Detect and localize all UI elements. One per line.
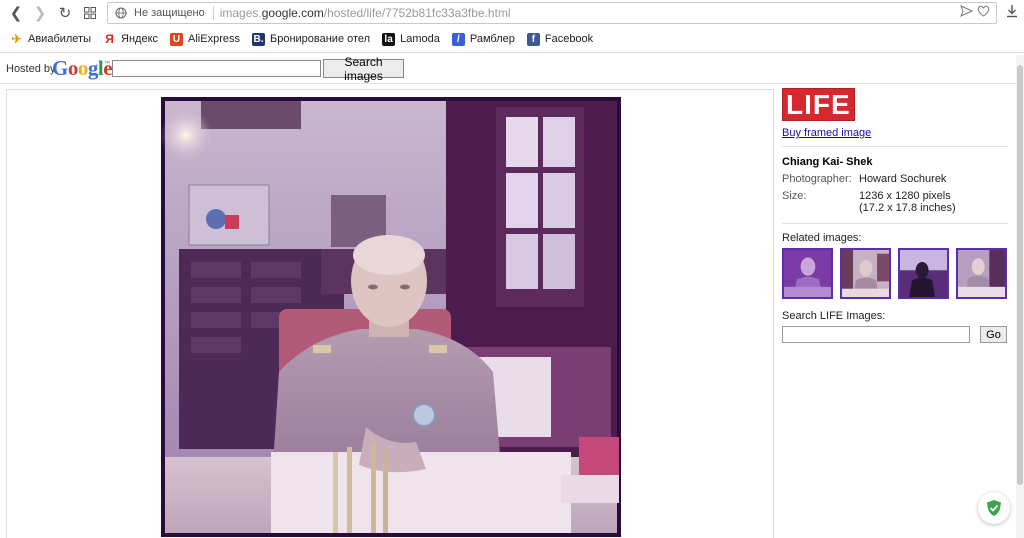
size-value: 1236 x 1280 pixels (17.2 x 17.8 inches) [859,190,956,214]
scrollbar-thumb[interactable] [1017,65,1023,485]
photographer-row: Photographer: Howard Sochurek [782,173,1008,185]
info-divider-2 [782,223,1008,224]
bookmark-label: Lamoda [400,33,440,45]
url-path: /hosted/life/7752b81fc33a3fbe.html [323,6,511,20]
photo-title: Chiang Kai- Shek [782,156,873,168]
reload-icon[interactable]: ↻ [55,3,75,23]
heart-icon[interactable] [977,5,990,20]
booking-icon: B. [251,32,265,46]
google-hosted-bar: Hosted by Google ™ Search images [0,55,1024,83]
main-photo[interactable] [161,97,621,537]
globe-icon [114,6,128,20]
bookmark-rambler[interactable]: / Рамблер [451,32,515,46]
related-images-title: Related images: [782,232,862,244]
life-logo[interactable]: LIFE [782,88,855,121]
bookmark-label: Яндекс [121,33,159,45]
plane-icon: ✈ [11,32,22,46]
bookmark-booking[interactable]: B. Бронирование отел [251,32,371,46]
size-label: Size: [782,190,807,202]
url-host: google.com [261,6,324,20]
bookmark-label: AliExpress [188,33,240,45]
bookmark-label: Рамблер [469,33,515,45]
bookmark-label: Facebook [544,33,594,45]
address-actions [960,5,990,20]
bookmarks-divider [0,52,1024,53]
search-images-button[interactable]: Search images [323,55,404,83]
url-text[interactable]: images.google.com/hosted/life/7752b81fc3… [220,6,511,20]
size-row: Size: 1236 x 1280 pixels (17.2 x 17.8 in… [782,190,1008,214]
search-life-title: Search LIFE Images: [782,310,886,322]
bookmark-lamoda[interactable]: la Lamoda [382,32,440,46]
related-thumb-1[interactable] [782,248,833,299]
related-thumb-2[interactable] [840,248,891,299]
image-panel [6,89,774,538]
url-prefix: images. [219,6,262,20]
bookmark-label: Авиабилеты [28,33,92,45]
address-divider [212,6,214,20]
go-button[interactable]: Go [980,326,1007,343]
hosted-by-label: Hosted by [6,63,56,75]
info-panel: LIFE Buy framed image Chiang Kai- Shek P… [782,88,1008,343]
security-status[interactable]: Не защищено [134,7,205,19]
life-search-input[interactable] [782,326,970,343]
size-pixels: 1236 x 1280 pixels [859,190,951,202]
rambler-icon: / [451,32,465,46]
forward-icon[interactable]: ❯ [30,3,50,23]
bookmarks-bar: ✈ Авиабилеты Я Яндекс U AliExpress B. Бронирова… [0,28,1024,50]
page-scrollbar[interactable] [1016,55,1024,538]
aliexpress-icon: U [170,32,184,46]
info-divider-1 [782,146,1008,147]
bookmark-label: Бронирование отел [269,33,371,45]
bookmark-aliexpress[interactable]: U AliExpress [170,32,240,46]
browser-toolbar: ❮ ❯ ↻ Не защищено images.google.com/host… [0,0,1024,26]
google-logo[interactable]: Google [52,56,113,81]
bookmark-plane[interactable]: ✈ Авиабилеты [10,32,92,46]
related-thumb-3[interactable] [898,248,949,299]
related-images [782,248,1008,299]
photographer-value: Howard Sochurek [859,173,947,185]
lamoda-icon: la [382,32,396,46]
address-bar[interactable]: Не защищено images.google.com/hosted/lif… [107,2,997,24]
grid-icon[interactable] [80,3,100,23]
yandex-icon: Я [105,32,114,46]
protection-shield-icon[interactable] [978,492,1010,524]
header-divider [0,83,1017,84]
bookmark-facebook[interactable]: f Facebook [526,32,594,46]
bookmark-yandex[interactable]: Я Яндекс [103,32,159,46]
facebook-icon: f [526,32,540,46]
download-icon[interactable] [1006,4,1018,21]
size-inches: (17.2 x 17.8 inches) [859,202,956,214]
photographer-label: Photographer: [782,173,852,185]
buy-framed-image-link[interactable]: Buy framed image [782,127,1008,139]
back-icon[interactable]: ❮ [6,3,26,23]
image-search-input[interactable] [112,60,321,77]
life-search-row: Go [782,326,1008,343]
related-thumb-4[interactable] [956,248,1007,299]
google-trademark: ™ [104,61,110,67]
send-icon[interactable] [960,5,974,20]
